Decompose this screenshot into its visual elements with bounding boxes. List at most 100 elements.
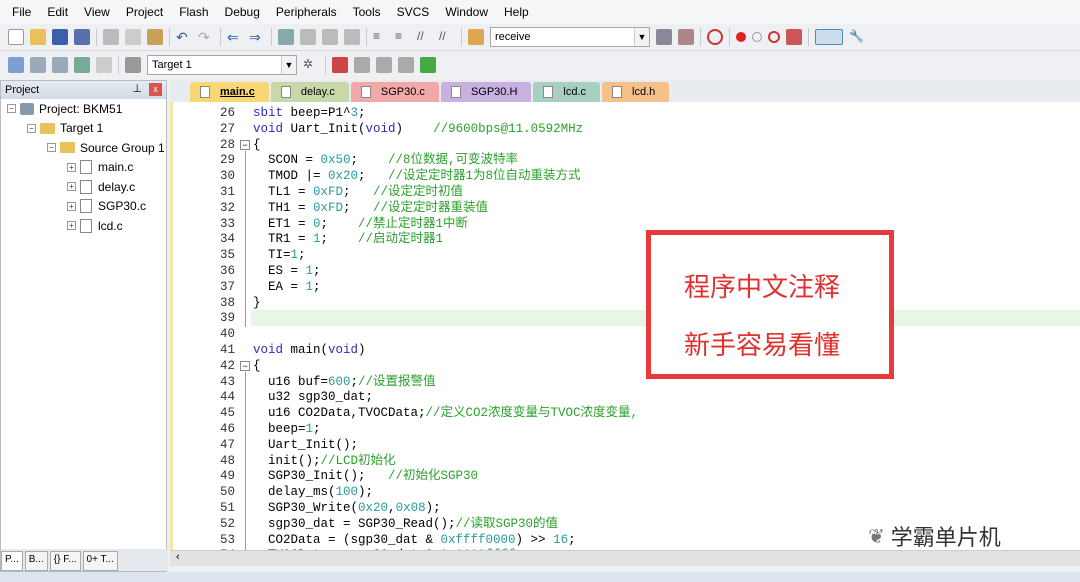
code-line[interactable]: u16 CO2Data,TVOCData;//定义CO2浓度变量与TVOC浓度变…	[253, 406, 638, 422]
menu-view[interactable]: View	[76, 5, 118, 19]
menu-help[interactable]: Help	[496, 5, 537, 19]
collapse-icon[interactable]: −	[27, 123, 36, 133]
code-line[interactable]: ES = 1;	[253, 264, 638, 280]
tree-item-file[interactable]: + delay.c	[1, 177, 166, 197]
window-layout-icon[interactable]	[815, 29, 843, 45]
tab-lcd-c[interactable]: lcd.c	[533, 82, 601, 102]
tab-delay-c[interactable]: delay.c	[270, 82, 349, 102]
tab-main-c[interactable]: main.c	[190, 82, 269, 102]
save-icon[interactable]	[52, 29, 68, 45]
tree-item-target[interactable]: − Target 1	[1, 119, 166, 139]
code-line[interactable]: void main(void)	[253, 343, 638, 359]
tab-project[interactable]: P...	[1, 551, 23, 571]
incremental-find-icon[interactable]	[678, 29, 694, 45]
code-line[interactable]: }	[253, 296, 638, 312]
build-icon[interactable]	[30, 56, 46, 73]
indent-icon[interactable]: ≡	[373, 29, 389, 45]
menu-peripherals[interactable]: Peripherals	[268, 5, 345, 19]
menu-svcs[interactable]: SVCS	[389, 5, 438, 19]
expand-icon[interactable]: +	[67, 182, 76, 192]
code-line[interactable]	[253, 311, 638, 327]
close-icon[interactable]: x	[149, 83, 162, 96]
tree-item-group[interactable]: − Source Group 1	[1, 138, 166, 158]
tab-templates[interactable]: 0+ T...	[82, 551, 118, 571]
stop-build-icon[interactable]	[96, 56, 112, 73]
expand-icon[interactable]: +	[67, 221, 76, 231]
target-options-icon[interactable]: ✲	[303, 57, 319, 73]
tree-item-file[interactable]: + main.c	[1, 158, 166, 178]
code-line[interactable]: SCON = 0x50; //8位数据,可变波特率	[253, 153, 638, 169]
unindent-icon[interactable]: ≡	[395, 29, 411, 45]
open-icon[interactable]	[30, 29, 46, 45]
tab-functions[interactable]: {} F...	[49, 551, 81, 571]
kill-breakpoints-icon[interactable]	[768, 31, 780, 43]
menu-tools[interactable]: Tools	[345, 5, 389, 19]
bookmark-next-icon[interactable]	[322, 29, 338, 45]
bookmark-clear-icon[interactable]	[344, 29, 360, 45]
code-line[interactable]: TL1 = 0xFD; //设定定时初值	[253, 185, 638, 201]
code-line[interactable]: TI=1;	[253, 248, 638, 264]
menu-project[interactable]: Project	[118, 5, 171, 19]
chevron-down-icon[interactable]: ▼	[634, 28, 649, 46]
nav-forward-icon[interactable]: ⇒	[249, 29, 265, 45]
wrench-icon[interactable]: 🔧	[849, 29, 865, 45]
code-line[interactable]: sbit beep=P1^3;	[253, 106, 638, 122]
code-line[interactable]: {	[253, 138, 638, 154]
collapse-icon[interactable]: −	[47, 143, 56, 153]
menu-debug[interactable]: Debug	[217, 5, 268, 19]
uncomment-icon[interactable]: //	[439, 29, 455, 45]
code-line[interactable]: void Uart_Init(void) //9600bps@11.0592MH…	[253, 122, 638, 138]
find-combobox[interactable]: receive ▼	[490, 27, 650, 47]
pack-installer-icon[interactable]	[398, 56, 414, 73]
nav-back-icon[interactable]: ⇐	[227, 29, 243, 45]
paste-icon[interactable]	[147, 29, 163, 45]
cut-icon[interactable]	[103, 29, 119, 45]
save-all-icon[interactable]	[74, 29, 90, 45]
code-line[interactable]: u32 sgp30_dat;	[253, 390, 638, 406]
tab-sgp30-h[interactable]: SGP30.H	[440, 82, 532, 102]
code-line[interactable]: sgp30_dat = SGP30_Read();//读取SGP30的值	[253, 517, 638, 533]
bookmark-prev-icon[interactable]	[300, 29, 316, 45]
code-line[interactable]: TH1 = 0xFD; //设定定时器重装值	[253, 201, 638, 217]
expand-icon[interactable]: +	[67, 162, 76, 172]
tree-item-file[interactable]: + lcd.c	[1, 216, 166, 236]
code-line[interactable]: SGP30_Init(); //初始化SGP30	[253, 469, 638, 485]
download-icon[interactable]	[74, 56, 90, 73]
menu-window[interactable]: Window	[437, 5, 496, 19]
code-line[interactable]: {	[253, 359, 638, 375]
new-file-icon[interactable]	[8, 29, 24, 45]
code-line[interactable]: beep=1;	[253, 422, 638, 438]
find-in-files-icon[interactable]	[468, 29, 484, 45]
select-packs-icon[interactable]	[376, 56, 392, 73]
menu-edit[interactable]: Edit	[39, 5, 76, 19]
code-line[interactable]: TMOD |= 0x20; //设定定时器1为8位自动重装方式	[253, 169, 638, 185]
debug-session-icon[interactable]	[707, 29, 723, 45]
pin-icon[interactable]: ⊥	[132, 82, 142, 95]
breakpoint-icon[interactable]	[736, 32, 746, 42]
code-text[interactable]: sbit beep=P1^3; void Uart_Init(void) //96…	[253, 106, 638, 550]
rebuild-icon[interactable]	[52, 56, 68, 73]
disable-breakpoint-icon[interactable]	[752, 32, 762, 42]
tree-item-project[interactable]: − Project: BKM51	[1, 99, 166, 119]
tab-books[interactable]: B...	[24, 551, 48, 571]
code-line[interactable]: EA = 1;	[253, 280, 638, 296]
tab-sgp30-c[interactable]: SGP30.c	[350, 82, 439, 102]
menu-file[interactable]: File	[4, 5, 39, 19]
fold-collapse-icon[interactable]: −	[240, 361, 250, 371]
collapse-icon[interactable]: −	[7, 104, 16, 114]
code-line[interactable]	[253, 327, 638, 343]
code-line[interactable]: ET1 = 0; //禁止定时器1中断	[253, 217, 638, 233]
code-line[interactable]: init();//LCD初始化	[253, 454, 638, 470]
tab-lcd-h[interactable]: lcd.h	[602, 82, 670, 102]
undo-icon[interactable]: ↶	[176, 29, 192, 45]
find-icon[interactable]	[656, 29, 672, 45]
chevron-down-icon[interactable]: ▼	[281, 55, 296, 74]
copy-icon[interactable]	[125, 29, 141, 45]
code-line[interactable]: SGP30_Write(0x20,0x08);	[253, 501, 638, 517]
code-line[interactable]: Uart_Init();	[253, 438, 638, 454]
code-line[interactable]: u16 buf=600;//设置报警值	[253, 375, 638, 391]
manage-rte-icon[interactable]	[354, 56, 370, 73]
multi-project-icon[interactable]	[420, 56, 436, 73]
batch-build-icon[interactable]	[125, 56, 141, 73]
target-select[interactable]: Target 1 ▼	[147, 54, 297, 75]
